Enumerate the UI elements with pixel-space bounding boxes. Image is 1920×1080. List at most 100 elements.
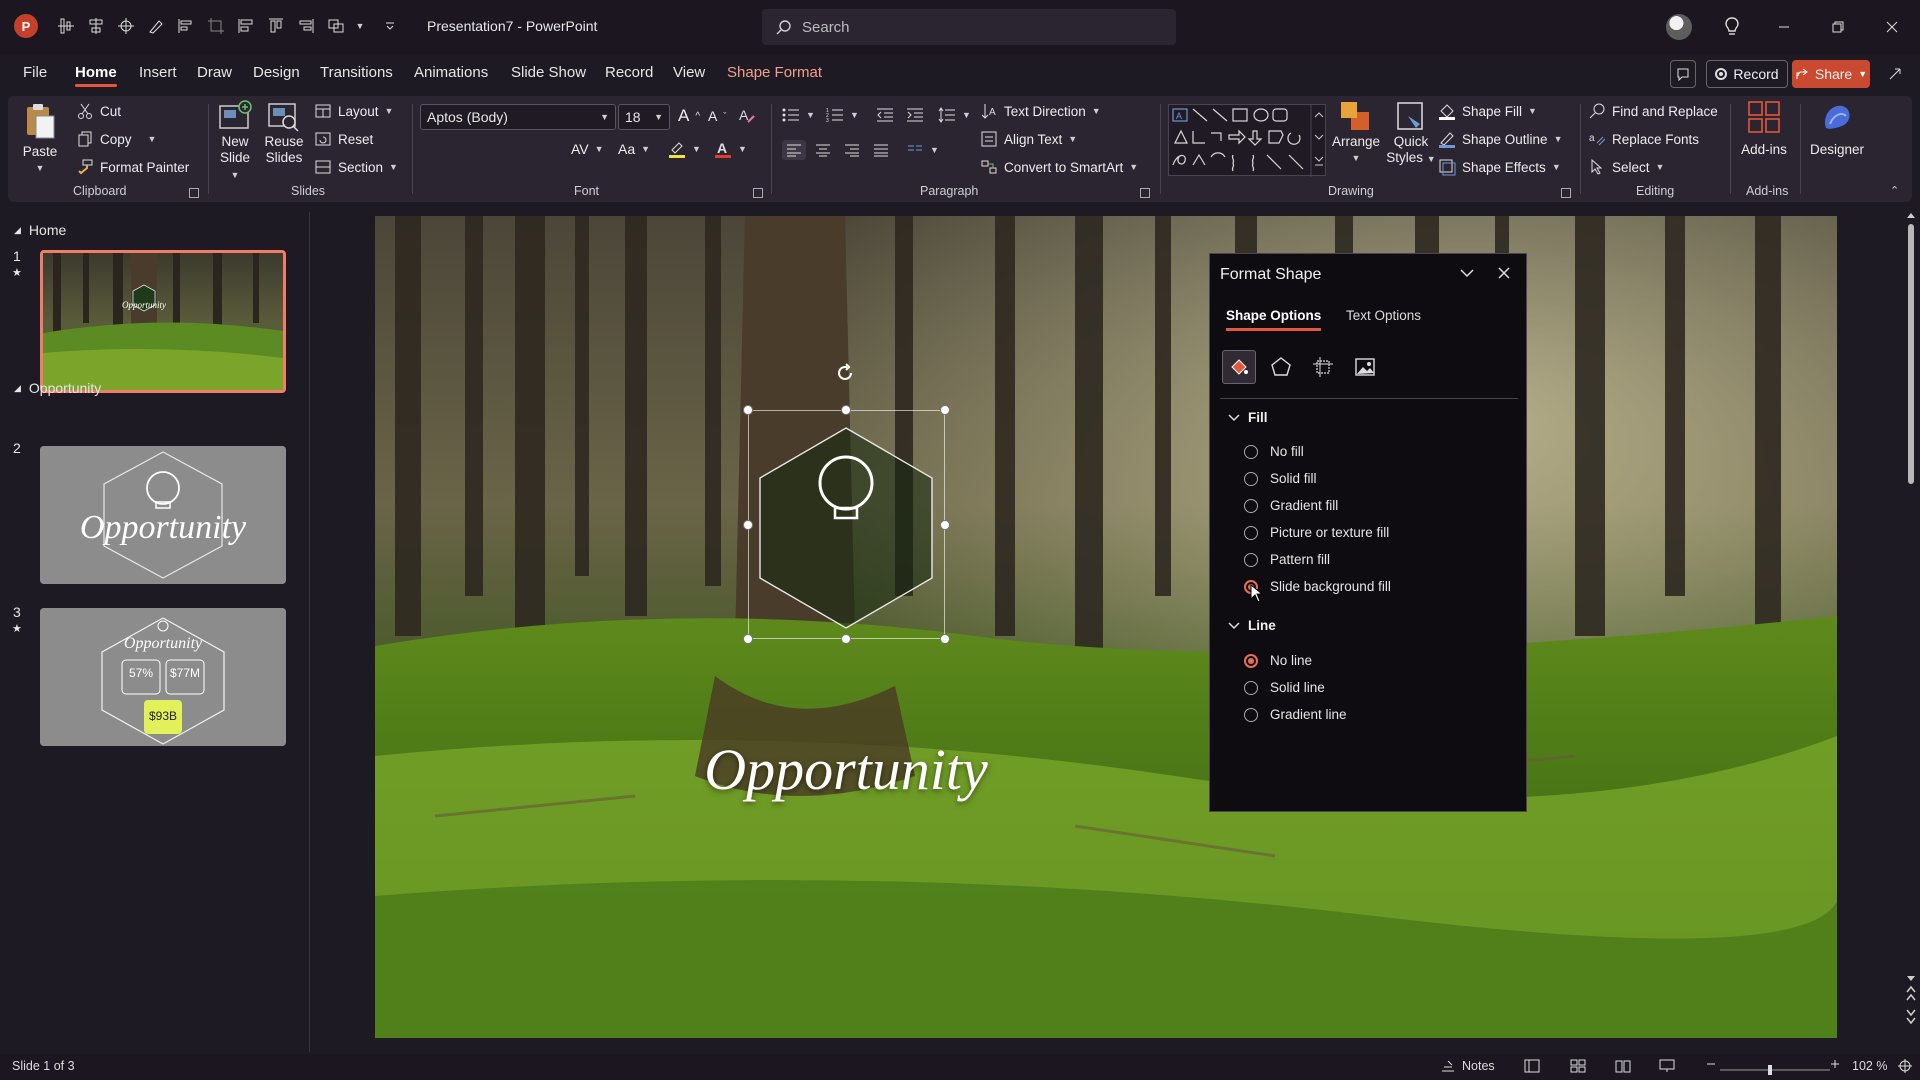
share-button[interactable]: Share ▼ [1792, 60, 1870, 88]
shape-fill-button[interactable]: Shape Fill ▼ [1438, 102, 1537, 120]
tab-transitions[interactable]: Transitions [320, 64, 393, 81]
qat-crop-icon[interactable] [204, 14, 228, 38]
increase-indent-button[interactable] [906, 106, 924, 124]
fill-section-header[interactable]: Fill [1228, 410, 1268, 425]
qat-group-icon[interactable] [324, 14, 348, 38]
radio-button[interactable] [1244, 471, 1258, 486]
text-direction-button[interactable]: A Text Direction ▼ [980, 102, 1101, 120]
convert-smartart-button[interactable]: Convert to SmartArt ▼ [980, 158, 1138, 176]
resize-handle[interactable] [940, 634, 950, 644]
decrease-indent-button[interactable] [876, 106, 894, 124]
align-right-button[interactable] [843, 141, 861, 159]
opportunity-title[interactable]: Opportunity [375, 736, 1346, 803]
slide-thumbnail-3[interactable]: Opportunity 57% $77M $93B [40, 608, 286, 746]
clipboard-launcher-icon[interactable] [189, 188, 199, 198]
resize-handle[interactable] [940, 520, 950, 530]
radio-gradient-fill[interactable]: Gradient fill [1244, 498, 1338, 513]
font-size-combo[interactable]: 18 ▼ [618, 104, 670, 130]
replace-fonts-button[interactable]: a Replace Fonts [1588, 130, 1699, 148]
tab-record[interactable]: Record [605, 64, 653, 81]
customize-qat-icon[interactable] [378, 14, 402, 38]
close-window-icon[interactable] [1877, 12, 1907, 42]
radio-button[interactable] [1244, 680, 1258, 695]
radio-button[interactable] [1244, 552, 1258, 567]
qat-align-left-icon[interactable] [174, 14, 198, 38]
highlight-color-button[interactable]: ▼ [668, 140, 701, 158]
tab-animations[interactable]: Animations [414, 64, 488, 81]
resize-handle[interactable] [940, 405, 950, 415]
shapes-gallery[interactable]: A [1168, 104, 1326, 177]
tab-design[interactable]: Design [253, 64, 300, 81]
section-button[interactable]: Section ▼ [314, 158, 398, 176]
tab-insert[interactable]: Insert [139, 64, 177, 81]
align-center-button[interactable] [814, 141, 832, 159]
reuse-slides-button[interactable]: Reuse Slides [262, 100, 306, 166]
radio-solid-line[interactable]: Solid line [1244, 680, 1325, 695]
paste-button[interactable]: Paste ▼ [22, 102, 58, 176]
font-launcher-icon[interactable] [753, 188, 763, 198]
effects-pentagon-icon[interactable] [1264, 350, 1298, 384]
bullets-button[interactable]: ▼ [782, 106, 815, 124]
radio-no-line[interactable]: No line [1244, 653, 1312, 668]
size-properties-icon[interactable] [1306, 350, 1340, 384]
radio-button[interactable] [1244, 653, 1258, 668]
picture-icon[interactable] [1348, 350, 1382, 384]
normal-view-icon[interactable] [1524, 1059, 1540, 1073]
shape-outline-button[interactable]: Shape Outline ▼ [1438, 130, 1562, 148]
justify-button[interactable] [872, 141, 890, 159]
zoom-level[interactable]: 102 % [1852, 1059, 1887, 1073]
slideshow-icon[interactable] [1659, 1059, 1675, 1073]
grow-font-button[interactable]: A ^ [678, 106, 700, 126]
character-spacing-button[interactable]: AV ▼ [571, 141, 604, 157]
tab-shape-format[interactable]: Shape Format [727, 64, 822, 81]
change-case-button[interactable]: Aa ▼ [618, 141, 650, 157]
qat-pen-icon[interactable] [144, 14, 168, 38]
reset-button[interactable]: Reset [314, 130, 373, 148]
slide-thumbnail-2[interactable]: Opportunity [40, 446, 286, 584]
find-replace-button[interactable]: Find and Replace [1588, 102, 1718, 120]
fit-to-window-icon[interactable] [1898, 1059, 1912, 1073]
pane-options-chevron-icon[interactable] [1460, 268, 1474, 278]
slide-thumbnail-1[interactable]: Opportunity [40, 250, 286, 393]
zoom-out-icon[interactable] [1706, 1059, 1716, 1069]
qat-distribute-icon[interactable] [84, 14, 108, 38]
search-box[interactable] [762, 9, 1176, 45]
slide-canvas[interactable]: Opportunity [375, 216, 1837, 1038]
qat-align-right-icon[interactable] [294, 14, 318, 38]
resize-handle[interactable] [743, 405, 753, 415]
tab-text-options[interactable]: Text Options [1346, 308, 1421, 323]
drawing-launcher-icon[interactable] [1561, 188, 1571, 198]
shrink-font-button[interactable]: Aˇ [708, 108, 726, 124]
fill-line-icon[interactable] [1222, 350, 1256, 384]
tab-file[interactable]: File [23, 64, 47, 81]
qat-dropdown-icon[interactable]: ▼ [354, 14, 366, 38]
qat-align-top-icon[interactable] [234, 14, 258, 38]
line-spacing-button[interactable]: ▼ [938, 106, 971, 124]
zoom-in-icon[interactable] [1830, 1059, 1840, 1069]
new-slide-button[interactable]: New Slide ▼ [214, 100, 256, 183]
cut-button[interactable]: Cut [76, 102, 121, 120]
radio-slide-background-fill[interactable]: Slide background fill [1244, 579, 1391, 594]
align-left-button[interactable] [782, 140, 806, 160]
radio-solid-fill[interactable]: Solid fill [1244, 471, 1317, 486]
radio-gradient-line[interactable]: Gradient line [1244, 707, 1347, 722]
slide-sorter-icon[interactable] [1570, 1059, 1586, 1073]
vertical-scrollbar[interactable] [1904, 210, 1918, 1036]
user-avatar[interactable] [1666, 14, 1692, 40]
radio-button[interactable] [1244, 444, 1258, 459]
reading-view-icon[interactable] [1615, 1059, 1631, 1073]
section-header-home[interactable]: ◢ Home [14, 222, 66, 238]
notes-button[interactable]: Notes [1440, 1059, 1495, 1073]
resize-handle[interactable] [743, 520, 753, 530]
radio-pattern-fill[interactable]: Pattern fill [1244, 552, 1330, 567]
close-pane-icon[interactable] [1498, 267, 1510, 279]
zoom-slider[interactable] [1720, 1065, 1830, 1075]
layout-button[interactable]: Layout ▼ [314, 102, 393, 120]
addins-button[interactable]: Add-ins [1736, 100, 1792, 158]
tab-view[interactable]: View [673, 64, 705, 81]
radio-button[interactable] [1244, 498, 1258, 513]
hexagon-shape[interactable] [375, 216, 1837, 1038]
tab-draw[interactable]: Draw [197, 64, 232, 81]
radio-button[interactable] [1244, 707, 1258, 722]
select-button[interactable]: Select ▼ [1588, 158, 1664, 176]
